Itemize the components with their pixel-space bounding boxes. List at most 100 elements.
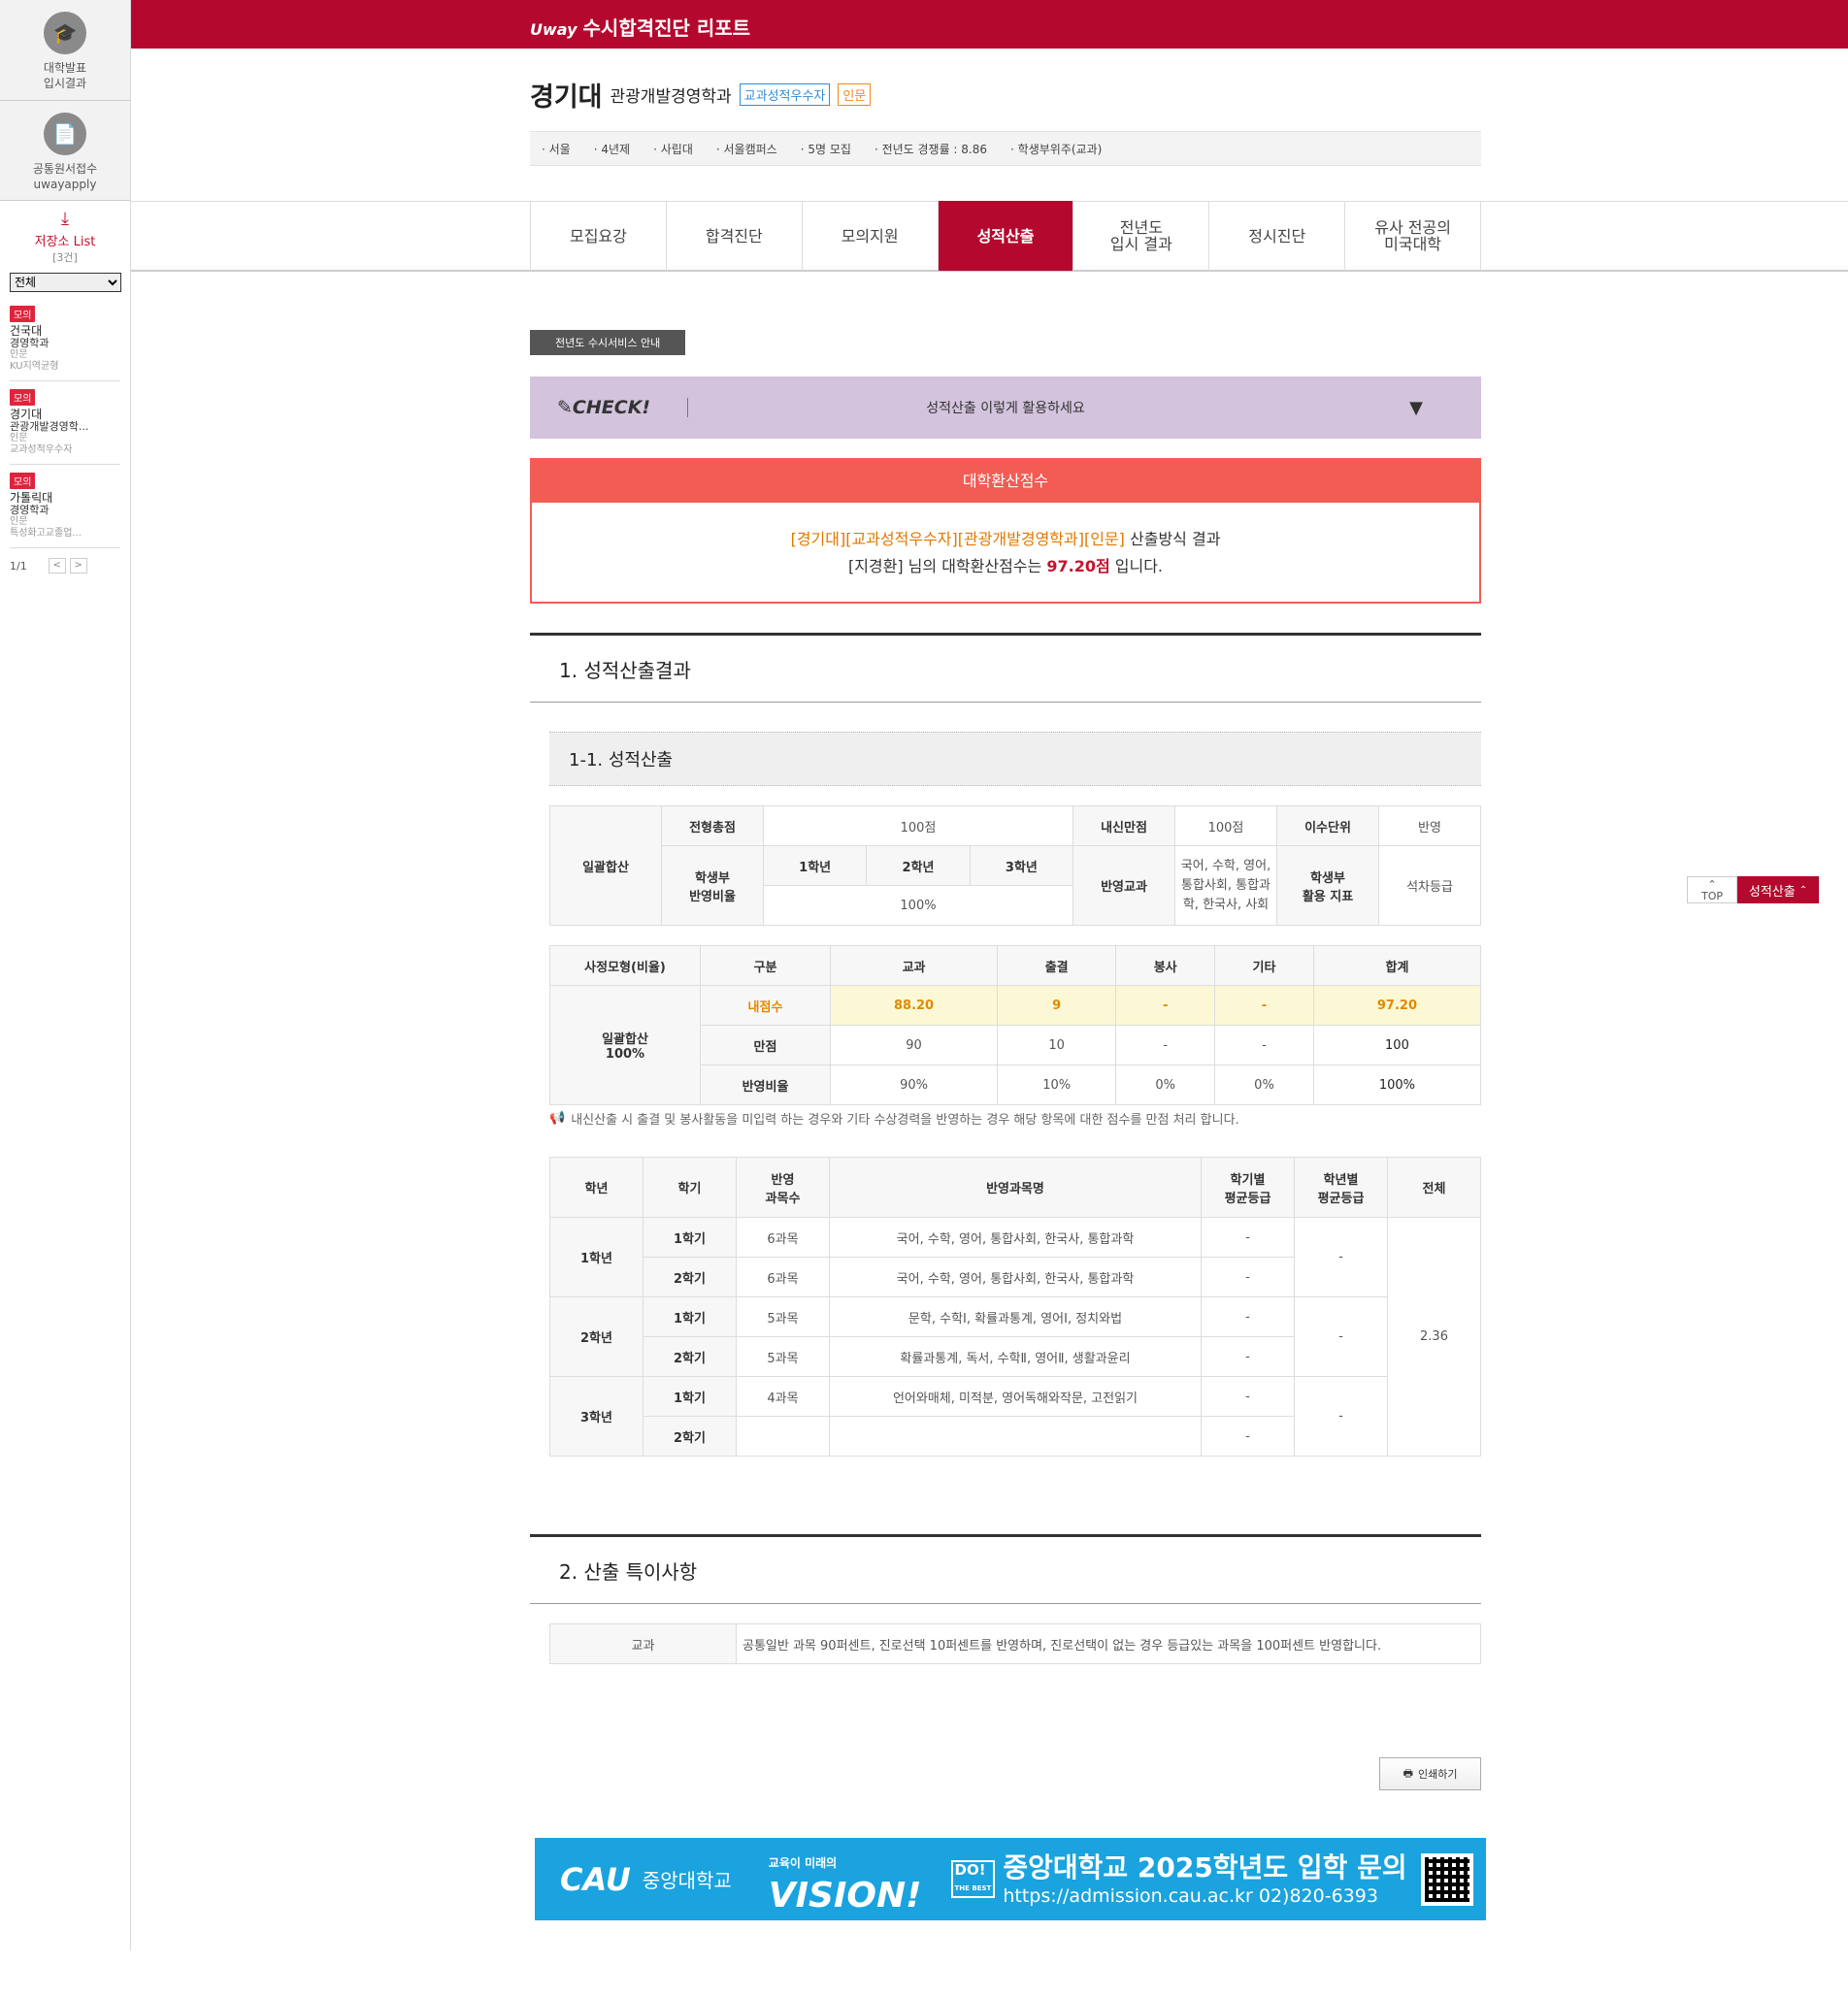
tab-score-calc[interactable]: 성적산출 [938, 201, 1074, 271]
admission-results-link[interactable]: 🎓 대학발표 입시결과 [0, 0, 130, 101]
mock-badge: 모의 [10, 473, 36, 489]
max-score-cell: 10 [997, 1025, 1117, 1065]
info-admission-type: 학생부위주(교과) [1010, 141, 1103, 157]
list-item-type: 인문 [10, 433, 28, 443]
store-title: 저장소 List [34, 235, 96, 249]
document-icon: 📄 [44, 113, 86, 155]
last-year-service-button[interactable]: 전년도 수시서비스 안내 [530, 330, 686, 355]
tab-us-universities[interactable]: 유사 전공의 미국대학 [1345, 201, 1482, 271]
term-average: - [1201, 1336, 1295, 1377]
total-label: 전형총점 [661, 805, 764, 846]
pager-prev-button[interactable]: < [48, 558, 66, 573]
term-average: - [1201, 1376, 1295, 1417]
type-tag: 인문 [838, 83, 872, 106]
year-cell: 3학년 [549, 1376, 644, 1457]
univ-header: 경기대 관광개발경영학과 교과성적우수자 인문 서울 4년제 사립대 서울캠퍼스… [530, 76, 1481, 166]
year-cell: 2학년 [549, 1296, 644, 1377]
row-label: 일괄합산 [549, 805, 662, 926]
list-item-track: KU지역균형 [10, 361, 59, 372]
column-header: 전체 [1387, 1157, 1481, 1218]
subject-count: 4과목 [736, 1376, 830, 1417]
list-item[interactable]: 모의 건국대 경영학과 인문 KU지역균형 [10, 298, 120, 381]
major-name: 관광개발경영학과 [610, 87, 732, 107]
max-score-label: 만점 [700, 1025, 831, 1065]
term-average: - [1201, 1257, 1295, 1297]
isu-value: 반영 [1378, 805, 1481, 846]
megaphone-icon: 📢 [549, 1111, 566, 1126]
subsection-title: 1-1. 성적산출 [549, 732, 1481, 786]
store-filter-select[interactable]: 전체 [10, 273, 121, 292]
scroll-top-button[interactable]: ⌃ TOP [1687, 876, 1737, 903]
converted-score-title: 대학환산점수 [532, 460, 1479, 503]
score-line-2-post: 입니다. [1109, 557, 1164, 575]
subject-names: 국어, 수학, 영어, 통합사회, 한국사, 통합과학 [829, 1217, 1202, 1258]
ratio-row-label: 반영비율 [700, 1065, 831, 1105]
grade-header: 1학년 [762, 845, 868, 886]
year-average: - [1294, 1217, 1388, 1297]
term-average: - [1201, 1416, 1295, 1457]
list-item-type: 인문 [10, 516, 28, 527]
ratio-cell: 90% [829, 1065, 999, 1105]
tab-diagnosis[interactable]: 합격진단 [667, 201, 803, 271]
converted-score-body: [경기대][교과성적우수자][관광개발경영학과][인문] 산출방식 결과 [지경… [532, 503, 1479, 602]
column-header: 반영과목명 [829, 1157, 1202, 1218]
list-item-major: 경영학과 [10, 337, 50, 349]
cau-ad-banner[interactable]: CAU 중앙대학교 교육이 미래의 VISION! DO! THE BEST 중앙대… [535, 1838, 1486, 1920]
model-cell: 일괄합산 100% [549, 985, 701, 1105]
overall-average: 2.36 [1387, 1217, 1481, 1457]
subject-names [829, 1416, 1202, 1457]
ratio-cell: 0% [1115, 1065, 1216, 1105]
tab-regular-diagnosis[interactable]: 정시진단 [1209, 201, 1346, 271]
tab-recruitment[interactable]: 모집요강 [531, 201, 667, 271]
subject-count: 5과목 [736, 1296, 830, 1337]
vision-slogan: 교육이 미래의 [768, 1855, 838, 1870]
tab-mock-apply[interactable]: 모의지원 [803, 201, 939, 271]
list-item-track: 특성화고교졸업... [10, 528, 82, 539]
store-list-header: ⤓ 저장소 List [3건] [0, 201, 130, 265]
list-item-major: 관광개발경영학... [10, 420, 89, 433]
report-tabs: 모집요강 합격진단 모의지원 성적산출 전년도 입시 결과 정시진단 유사 전공… [530, 201, 1482, 271]
subject-grade-table: 학년 학기 반영 과목수 반영과목명 학기별 평균등급 학년별 평균등급 전체 … [549, 1157, 1481, 1457]
vision-logo: 교육이 미래의 VISION! [768, 1847, 922, 1914]
track-tag: 교과성적우수자 [739, 83, 831, 106]
uwayapply-link[interactable]: 📄 공통원서접수 uwayapply [0, 101, 130, 201]
subjects-value: 국어, 수학, 영어, 통합사회, 통합과학, 한국사, 사회 [1174, 845, 1277, 926]
column-header: 합계 [1312, 945, 1482, 986]
subject-count [736, 1416, 830, 1457]
my-score-cell: - [1115, 985, 1216, 1026]
year-average: - [1294, 1296, 1388, 1377]
triangle-down-icon[interactable]: ▼ [1409, 398, 1423, 418]
column-header: 교과 [829, 945, 999, 986]
check-logo-text: CHECK! [572, 397, 651, 418]
pager-total: /1 [16, 559, 27, 573]
info-quota: 5명 모집 [801, 141, 851, 157]
print-button[interactable]: 🖶 인쇄하기 [1379, 1757, 1481, 1790]
ratio-cell: 10% [997, 1065, 1117, 1105]
do-the-best-logo: DO! THE BEST [950, 1860, 996, 1898]
mock-badge: 모의 [10, 389, 36, 406]
tab-last-year-results[interactable]: 전년도 입시 결과 [1073, 201, 1210, 271]
left-sidebar: 🎓 대학발표 입시결과 📄 공통원서접수 uwayapply ⤓ 저장소 Lis… [0, 0, 131, 1950]
banner-text: 중앙대학교 2025학년도 입학 문의 https://admission.ca… [1003, 1851, 1406, 1908]
chevron-up-icon: ⌃ [1798, 884, 1808, 896]
max-score-cell: - [1214, 1025, 1314, 1065]
list-item-type: 인문 [10, 349, 28, 360]
info-years: 4년제 [594, 141, 630, 157]
banner-main-text: 중앙대학교 2025학년도 입학 문의 [1003, 1851, 1407, 1883]
indicator-label: 학생부 활용 지표 [1276, 845, 1379, 926]
subject-names: 확률과통계, 독서, 수학Ⅱ, 영어Ⅱ, 생활과윤리 [829, 1336, 1202, 1377]
ratio-total: 100% [1312, 1065, 1482, 1105]
year-average: - [1294, 1376, 1388, 1457]
check-text: 성적산출 이렇게 활용하세요 [926, 401, 1085, 416]
list-item[interactable]: 모의 가톨릭대 경영학과 인문 특성화고교졸업... [10, 465, 120, 548]
list-item[interactable]: 모의 경기대 관광개발경영학... 인문 교과성적우수자 [10, 381, 120, 465]
converted-score-box: 대학환산점수 [경기대][교과성적우수자][관광개발경영학과][인문] 산출방식… [530, 458, 1481, 604]
converted-score-value: 97.20점 [1046, 557, 1110, 575]
term-cell: 1학기 [643, 1217, 737, 1258]
column-header: 사정모형(비율) [549, 945, 701, 986]
max-score-total: 100 [1312, 1025, 1482, 1065]
score-calc-float-button[interactable]: 성적산출 ⌃ [1737, 876, 1819, 903]
printer-icon: 🖶 [1402, 1766, 1413, 1780]
pager-next-button[interactable]: > [69, 558, 87, 573]
check-bar[interactable]: ✎CHECK! 성적산출 이렇게 활용하세요 ▼ [530, 377, 1481, 439]
